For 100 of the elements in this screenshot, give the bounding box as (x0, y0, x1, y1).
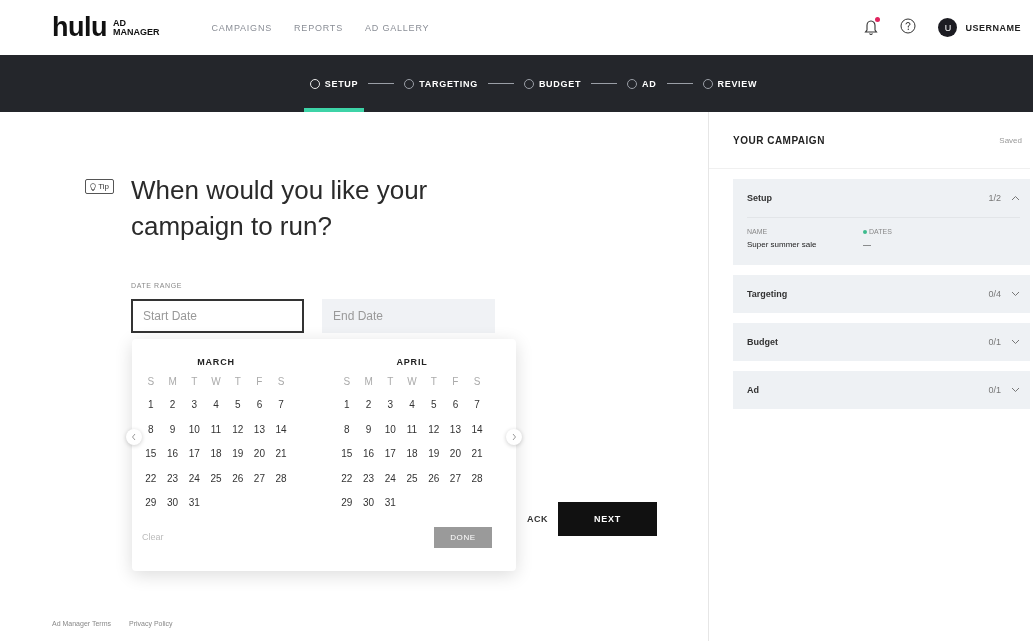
section-count: 1/2 (988, 193, 1001, 203)
calendar-day[interactable]: 24 (183, 466, 206, 491)
chevron-down-icon[interactable] (1011, 387, 1020, 393)
section-title[interactable]: Budget (747, 337, 778, 347)
calendar-day[interactable]: 25 (205, 466, 227, 491)
stepper-step[interactable]: REVIEW (698, 55, 762, 112)
stepper-step[interactable]: SETUP (305, 55, 363, 112)
calendar-day[interactable]: 13 (444, 417, 467, 442)
chevron-down-icon[interactable] (1011, 291, 1020, 297)
calendar-day[interactable]: 21 (466, 442, 488, 467)
calendar-day[interactable]: 2 (357, 393, 380, 418)
calendar-day[interactable]: 4 (205, 393, 227, 418)
calendar-day[interactable]: 30 (161, 491, 184, 516)
calendar-day[interactable]: 19 (226, 442, 249, 467)
calendar-day[interactable]: 27 (248, 466, 271, 491)
calendar-day[interactable]: 12 (422, 417, 445, 442)
calendar-day[interactable]: 12 (226, 417, 249, 442)
calendar-day[interactable]: 24 (379, 466, 402, 491)
tip-button[interactable]: Tip (85, 179, 114, 194)
calendar-day[interactable]: 14 (270, 417, 292, 442)
calendar-day[interactable]: 8 (140, 417, 162, 442)
calendar-day[interactable]: 28 (466, 466, 488, 491)
calendar-day[interactable]: 3 (379, 393, 402, 418)
weekday-label: S (276, 375, 286, 389)
nav-link[interactable]: CAMPAIGNS (211, 22, 273, 33)
back-button[interactable]: ACK (527, 514, 548, 524)
stepper-step[interactable]: AD (623, 55, 661, 112)
calendar-day[interactable]: 22 (140, 466, 162, 491)
weekday-label: T (386, 375, 395, 389)
calendar-day[interactable]: 11 (205, 417, 227, 442)
calendar-day[interactable]: 5 (422, 393, 445, 418)
calendar-day[interactable]: 21 (270, 442, 292, 467)
chevron-up-icon[interactable] (1011, 195, 1020, 201)
calendar-day[interactable]: 20 (444, 442, 467, 467)
chevron-down-icon[interactable] (1011, 339, 1020, 345)
calendar-day[interactable]: 23 (357, 466, 380, 491)
calendar-day[interactable]: 5 (226, 393, 249, 418)
chevron-left-icon[interactable] (131, 433, 137, 441)
calendar-day[interactable]: 18 (205, 442, 227, 467)
weekday-label: F (451, 375, 460, 389)
next-button[interactable]: NEXT (558, 502, 657, 536)
calendar-day[interactable]: 9 (161, 417, 184, 442)
weekday-label: T (190, 375, 199, 389)
calendar-day[interactable]: 17 (379, 442, 402, 467)
calendar-day[interactable]: 13 (248, 417, 271, 442)
calendar-day[interactable]: 2 (161, 393, 184, 418)
calendar-day[interactable]: 30 (357, 491, 380, 516)
calendar-day[interactable]: 6 (248, 393, 271, 418)
field-value: — (863, 240, 872, 249)
calendar-day[interactable]: 14 (466, 417, 488, 442)
calendar-day[interactable]: 10 (379, 417, 402, 442)
notification-bell-icon[interactable] (864, 19, 879, 36)
calendar-day[interactable]: 29 (140, 491, 162, 516)
calendar-day[interactable]: 22 (336, 466, 358, 491)
nav-link[interactable]: AD GALLERY (365, 22, 430, 33)
calendar-day[interactable]: 23 (161, 466, 184, 491)
calendar-day[interactable]: 1 (140, 393, 162, 418)
calendar-day[interactable]: 1 (336, 393, 358, 418)
month-title: APRIL (395, 357, 429, 369)
calendar-day[interactable]: 7 (270, 393, 292, 418)
weekday-label: W (406, 375, 418, 389)
calendar-day[interactable]: 26 (422, 466, 445, 491)
weekday-label: M (363, 375, 374, 389)
calendar-day[interactable]: 15 (140, 442, 162, 467)
chevron-right-icon[interactable] (511, 433, 517, 441)
stepper-step[interactable]: BUDGET (519, 55, 586, 112)
weekday-label: T (429, 375, 438, 389)
user-avatar[interactable]: U (938, 18, 958, 37)
calendar-day[interactable]: 31 (183, 491, 206, 516)
calendar-day[interactable]: 8 (336, 417, 358, 442)
calendar-day[interactable]: 15 (336, 442, 358, 467)
calendar-day[interactable]: 11 (401, 417, 423, 442)
calendar-day[interactable]: 31 (379, 491, 402, 516)
calendar-day[interactable]: 19 (422, 442, 445, 467)
calendar-day[interactable]: 20 (248, 442, 271, 467)
calendar-day[interactable]: 9 (357, 417, 380, 442)
calendar-day[interactable]: 25 (401, 466, 423, 491)
nav-link[interactable]: REPORTS (294, 22, 343, 33)
weekday-label: S (342, 375, 352, 389)
calendar-day[interactable]: 6 (444, 393, 467, 418)
calendar-day[interactable]: 28 (270, 466, 292, 491)
calendar-day[interactable]: 7 (466, 393, 488, 418)
calendar-day[interactable]: 16 (357, 442, 380, 467)
calendar-day[interactable]: 18 (401, 442, 423, 467)
calendar-day[interactable]: 3 (183, 393, 206, 418)
section-title[interactable]: Ad (747, 385, 759, 395)
stepper-step[interactable]: TARGETING (400, 55, 482, 112)
weekday-label: S (146, 375, 156, 389)
start-date-field[interactable]: Start Date (131, 299, 304, 333)
section-title[interactable]: Targeting (747, 289, 788, 299)
calendar-day[interactable]: 17 (183, 442, 206, 467)
calendar-day[interactable]: 29 (336, 491, 358, 516)
section-title[interactable]: Setup (747, 193, 772, 203)
username-label[interactable]: USERNAME (965, 22, 1021, 33)
calendar-day[interactable]: 4 (401, 393, 423, 418)
calendar-day[interactable]: 16 (161, 442, 184, 467)
calendar-day[interactable]: 26 (226, 466, 249, 491)
calendar-day[interactable]: 10 (183, 417, 206, 442)
calendar-day[interactable]: 27 (444, 466, 467, 491)
section-count: 0/1 (988, 337, 1001, 347)
